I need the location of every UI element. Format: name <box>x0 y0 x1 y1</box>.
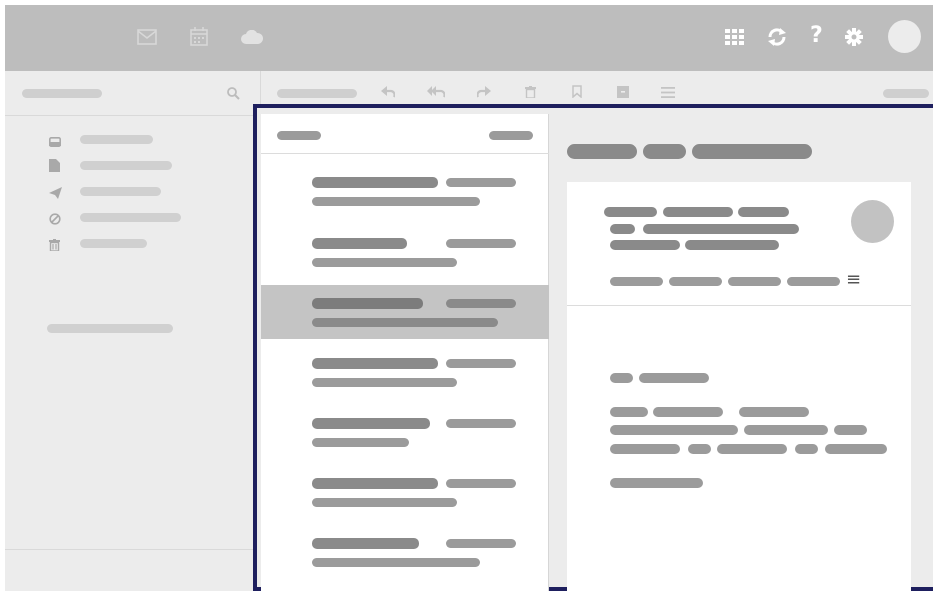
header-divider <box>567 305 911 306</box>
message-sender <box>312 478 438 489</box>
apps-grid-icon[interactable] <box>724 28 744 46</box>
message-list <box>261 114 549 591</box>
sender-name[interactable] <box>604 207 657 217</box>
header-action[interactable] <box>669 277 722 286</box>
message-date <box>446 539 516 548</box>
reply-icon[interactable] <box>381 85 396 103</box>
cloud-icon[interactable] <box>240 29 264 45</box>
mail-icon[interactable] <box>136 28 158 46</box>
message-list-header <box>261 114 549 154</box>
body-text <box>610 407 648 417</box>
reply-all-icon[interactable] <box>427 85 446 103</box>
sidebar <box>5 71 261 591</box>
message-subject <box>312 378 457 387</box>
folder-label[interactable] <box>80 213 181 222</box>
message-row[interactable] <box>261 405 549 459</box>
body-text <box>610 444 680 454</box>
settings-gear-icon[interactable] <box>844 27 864 47</box>
folder-label[interactable] <box>80 135 153 144</box>
search-placeholder <box>22 89 102 98</box>
message-subject <box>312 318 498 327</box>
header-action[interactable] <box>610 277 663 286</box>
message-date <box>446 239 516 248</box>
refresh-icon[interactable] <box>766 27 788 47</box>
folder-search[interactable] <box>5 71 261 116</box>
list-title <box>277 131 321 140</box>
header-detail <box>685 240 779 250</box>
body-text <box>795 444 818 454</box>
body-text <box>739 407 809 417</box>
message-sender <box>312 358 438 369</box>
message-sender <box>312 177 438 188</box>
help-icon[interactable]: ? <box>810 23 823 48</box>
body-text <box>834 425 867 435</box>
message-subject <box>312 498 457 507</box>
subject-word <box>692 144 812 159</box>
trash-icon[interactable] <box>49 238 60 256</box>
message-subject <box>312 558 480 567</box>
message-row[interactable] <box>261 225 549 279</box>
folder-label[interactable] <box>80 187 161 196</box>
body-text <box>688 444 711 454</box>
forward-icon[interactable] <box>476 85 491 103</box>
message-sender <box>312 238 407 249</box>
body-text <box>610 373 633 383</box>
delete-icon[interactable] <box>525 85 536 103</box>
folder-label[interactable] <box>80 239 147 248</box>
spam-icon[interactable] <box>49 212 61 230</box>
message-subject <box>312 197 480 206</box>
message-row[interactable] <box>261 345 549 399</box>
message-row[interactable] <box>261 465 549 519</box>
reading-pane: ≡ <box>567 182 911 591</box>
body-text <box>610 425 738 435</box>
header-detail <box>610 240 680 250</box>
quota-bar <box>47 324 173 333</box>
body-text <box>825 444 887 454</box>
message-row-selected[interactable] <box>261 285 549 339</box>
toolbar-right-control[interactable] <box>883 89 929 98</box>
body-text <box>639 373 709 383</box>
search-icon[interactable] <box>227 87 240 105</box>
drafts-icon[interactable] <box>49 159 60 177</box>
subject-word <box>567 144 637 159</box>
sender-name[interactable] <box>663 207 733 217</box>
menu-icon[interactable]: ≡ <box>846 269 861 290</box>
body-text <box>717 444 787 454</box>
message-date <box>446 419 516 428</box>
inbox-icon[interactable] <box>49 134 61 152</box>
message-sender <box>312 418 430 429</box>
header-action[interactable] <box>787 277 840 286</box>
recipient-address[interactable] <box>643 224 799 234</box>
header-action[interactable] <box>728 277 781 286</box>
body-signature <box>610 478 703 488</box>
more-menu-icon[interactable] <box>661 85 675 103</box>
sender-email[interactable] <box>738 207 789 217</box>
body-text <box>744 425 828 435</box>
message-date <box>446 359 516 368</box>
message-subject <box>312 438 409 447</box>
top-bar: ? <box>5 5 933 71</box>
list-search-placeholder[interactable] <box>277 89 357 98</box>
sent-icon[interactable] <box>49 186 62 204</box>
subject-word <box>643 144 686 159</box>
message-sender <box>312 538 419 549</box>
message-date <box>446 479 516 488</box>
body-text <box>653 407 723 417</box>
message-sender <box>312 298 423 309</box>
calendar-icon[interactable] <box>189 26 209 46</box>
sidebar-footer-divider <box>5 549 261 550</box>
message-date <box>446 178 516 187</box>
bookmark-icon[interactable] <box>572 85 582 103</box>
archive-icon[interactable] <box>617 85 629 103</box>
recipient-label <box>610 224 635 234</box>
message-date <box>446 299 516 308</box>
sender-avatar <box>851 200 894 243</box>
list-count[interactable] <box>489 131 533 140</box>
message-subject <box>312 258 457 267</box>
app-window: ? ≡ <box>5 5 933 591</box>
user-avatar[interactable] <box>888 20 921 53</box>
message-row[interactable] <box>261 164 549 218</box>
folder-label[interactable] <box>80 161 172 170</box>
message-row[interactable] <box>261 525 549 579</box>
